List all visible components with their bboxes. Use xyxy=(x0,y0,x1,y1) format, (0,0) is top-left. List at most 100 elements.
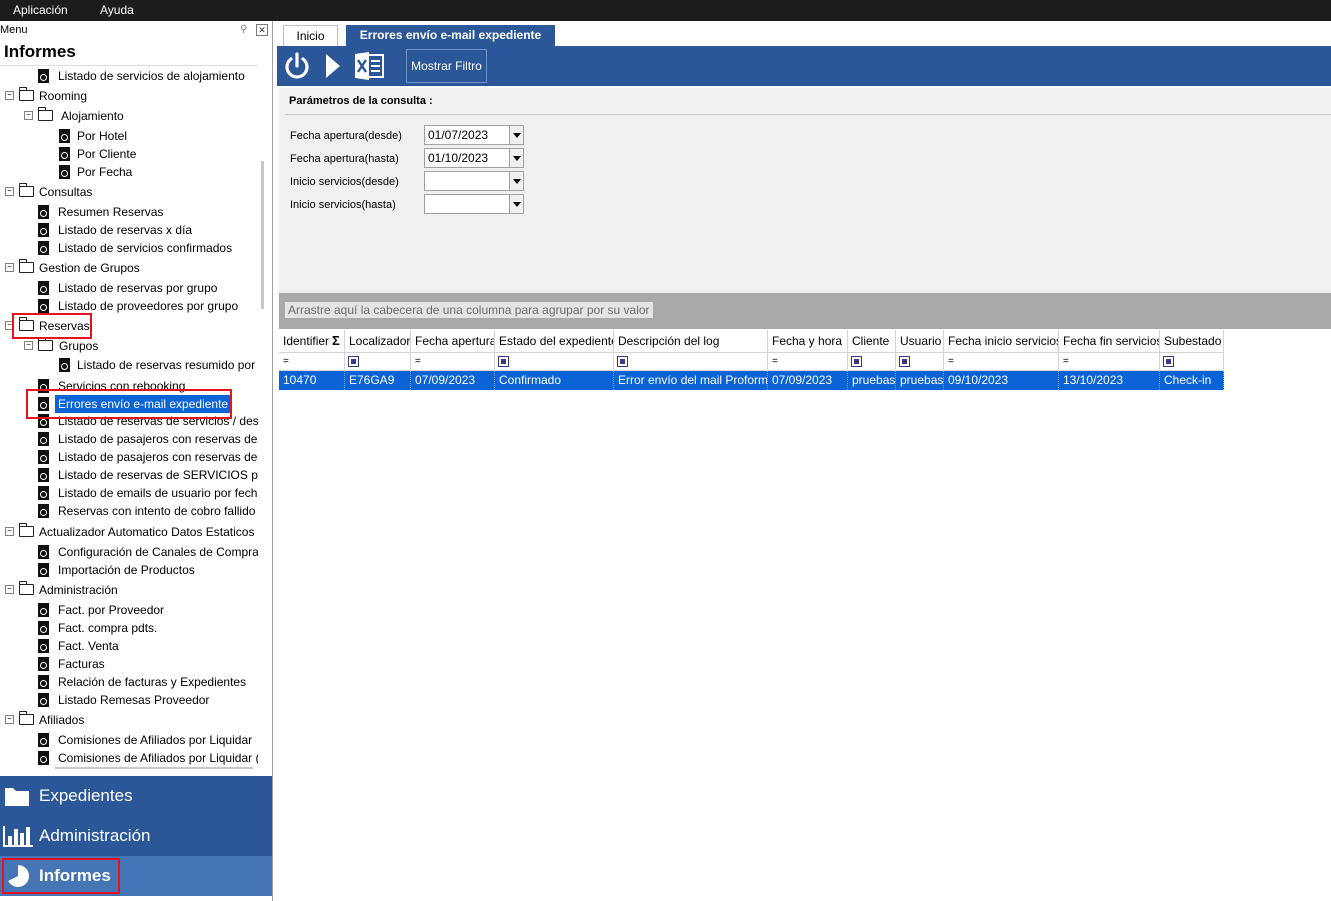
excel-icon[interactable] xyxy=(353,50,385,82)
inicio-servicios-desde-field[interactable] xyxy=(424,171,524,191)
filter-cell[interactable] xyxy=(345,353,411,371)
report-icon xyxy=(38,603,49,617)
cell-estado[interactable]: Confirmado xyxy=(495,371,614,390)
cell-fecha-apertura[interactable]: 07/09/2023 xyxy=(411,371,495,390)
report-icon xyxy=(38,733,49,747)
collapse-icon[interactable]: − xyxy=(5,715,14,724)
collapse-icon[interactable]: − xyxy=(5,91,14,100)
report-icon xyxy=(38,299,49,313)
collapse-icon[interactable]: − xyxy=(5,585,14,594)
column-header-fecha-hora[interactable]: Fecha y hora xyxy=(768,330,848,353)
tab-errores-envio[interactable]: Errores envío e-mail expediente xyxy=(346,25,555,46)
folder-icon xyxy=(18,259,34,273)
tree-horizontal-scrollbar[interactable] xyxy=(55,767,253,769)
folder-icon xyxy=(18,523,34,537)
cell-cliente[interactable]: pruebas xyxy=(848,371,896,390)
equals-icon[interactable]: = xyxy=(1063,357,1069,367)
cell-subestado[interactable]: Check-in xyxy=(1160,371,1224,390)
filter-cell[interactable]: = xyxy=(411,353,495,371)
folder-icon xyxy=(18,581,34,595)
collapse-icon[interactable]: − xyxy=(24,111,33,120)
column-header-fecha-apertura[interactable]: Fecha apertura xyxy=(411,330,495,353)
filter-cell[interactable]: = xyxy=(279,353,345,371)
collapse-icon[interactable]: − xyxy=(5,187,14,196)
equals-icon[interactable]: = xyxy=(283,357,289,367)
column-header-fecha-inicio[interactable]: Fecha inicio servicios xyxy=(944,330,1059,353)
folder-icon xyxy=(37,337,53,351)
group-by-bar[interactable]: Arrastre aquí la cabecera de una columna… xyxy=(279,293,1331,329)
nav-expedientes-label: Expedientes xyxy=(39,786,133,805)
panel-menu-label: Menu xyxy=(0,24,28,36)
filter-cell[interactable]: = xyxy=(768,353,848,371)
dropdown-arrow-icon[interactable] xyxy=(509,172,523,190)
report-icon xyxy=(59,147,70,161)
column-header-usuario[interactable]: Usuario xyxy=(896,330,944,353)
menu-aplicacion[interactable]: Aplicación xyxy=(13,3,68,17)
params-divider xyxy=(285,114,1331,115)
power-icon[interactable] xyxy=(283,50,311,82)
cell-usuario[interactable]: pruebas xyxy=(896,371,944,390)
nav-administracion-label: Administración xyxy=(39,826,151,845)
cell-fecha-hora[interactable]: 07/09/2023 xyxy=(768,371,848,390)
inicio-servicios-hasta-field[interactable] xyxy=(424,194,524,214)
dropdown-arrow-icon[interactable] xyxy=(509,149,523,167)
collapse-icon[interactable]: − xyxy=(5,263,14,272)
column-header-subestado[interactable]: Subestado xyxy=(1160,330,1224,353)
column-header-descripcion[interactable]: Descripción del log xyxy=(614,330,768,353)
cell-fecha-fin[interactable]: 13/10/2023 xyxy=(1059,371,1160,390)
report-icon xyxy=(38,693,49,707)
equals-icon[interactable]: = xyxy=(772,357,778,367)
report-icon xyxy=(38,223,49,237)
nav-administracion[interactable]: Administración xyxy=(0,816,272,856)
filter-cell[interactable] xyxy=(848,353,896,371)
column-header-identifier[interactable]: Identifier Σ xyxy=(279,330,345,353)
filter-cell[interactable]: = xyxy=(1059,353,1160,371)
close-icon[interactable]: ✕ xyxy=(256,24,268,36)
report-icon xyxy=(38,432,49,446)
tab-inicio[interactable]: Inicio xyxy=(283,25,338,46)
results-grid: Arrastre aquí la cabecera de una columna… xyxy=(279,293,1331,901)
equals-icon[interactable]: = xyxy=(415,357,421,367)
filter-checkbox-icon[interactable] xyxy=(899,356,910,367)
filter-checkbox-icon[interactable] xyxy=(498,356,509,367)
inicio-servicios-desde-label: Inicio servicios(desde) xyxy=(290,176,399,188)
cell-localizador[interactable]: E76GA9 xyxy=(345,371,411,390)
dropdown-arrow-icon[interactable] xyxy=(509,195,523,213)
equals-icon[interactable]: = xyxy=(948,357,954,367)
tree-vertical-scrollbar[interactable] xyxy=(261,161,264,309)
filter-cell[interactable] xyxy=(896,353,944,371)
filter-cell[interactable] xyxy=(1160,353,1224,371)
fecha-apertura-desde-value: 01/07/2023 xyxy=(428,128,489,142)
fecha-apertura-desde-field[interactable]: 01/07/2023 xyxy=(424,125,524,145)
report-tree: Listado de servicios de alojamiento − Ro… xyxy=(0,65,258,781)
pin-icon[interactable]: ⚲ xyxy=(240,24,251,35)
column-header-estado[interactable]: Estado del expediente xyxy=(495,330,614,353)
group-by-hint: Arrastre aquí la cabecera de una columna… xyxy=(285,302,653,318)
cell-identifier[interactable]: 10470 xyxy=(279,371,345,390)
filter-checkbox-icon[interactable] xyxy=(348,356,359,367)
column-header-fecha-fin[interactable]: Fecha fin servicios xyxy=(1059,330,1160,353)
filter-cell[interactable]: = xyxy=(944,353,1059,371)
filter-checkbox-icon[interactable] xyxy=(617,356,628,367)
column-header-cliente[interactable]: Cliente xyxy=(848,330,896,353)
cell-descripcion[interactable]: Error envío del mail Proforma. xyxy=(614,371,768,390)
dropdown-arrow-icon[interactable] xyxy=(509,126,523,144)
filter-checkbox-icon[interactable] xyxy=(1163,356,1174,367)
collapse-icon[interactable]: − xyxy=(24,341,33,350)
report-icon xyxy=(38,563,49,577)
cell-fecha-inicio[interactable]: 09/10/2023 xyxy=(944,371,1059,390)
collapse-icon[interactable]: − xyxy=(5,527,14,536)
left-panel: Menu ⚲ ✕ Informes Listado de servicios d… xyxy=(0,21,273,901)
sum-icon[interactable]: Σ xyxy=(332,330,340,352)
filter-cell[interactable] xyxy=(614,353,768,371)
play-icon[interactable] xyxy=(323,50,343,82)
nav-expedientes[interactable]: Expedientes xyxy=(0,776,272,816)
panel-title: Informes xyxy=(4,42,76,61)
filter-checkbox-icon[interactable] xyxy=(851,356,862,367)
mostrar-filtro-button[interactable]: Mostrar Filtro xyxy=(406,49,487,83)
column-header-localizador[interactable]: Localizador xyxy=(345,330,411,353)
menu-ayuda[interactable]: Ayuda xyxy=(100,3,134,17)
filter-cell[interactable] xyxy=(495,353,614,371)
fecha-apertura-hasta-field[interactable]: 01/10/2023 xyxy=(424,148,524,168)
report-icon xyxy=(38,639,49,653)
